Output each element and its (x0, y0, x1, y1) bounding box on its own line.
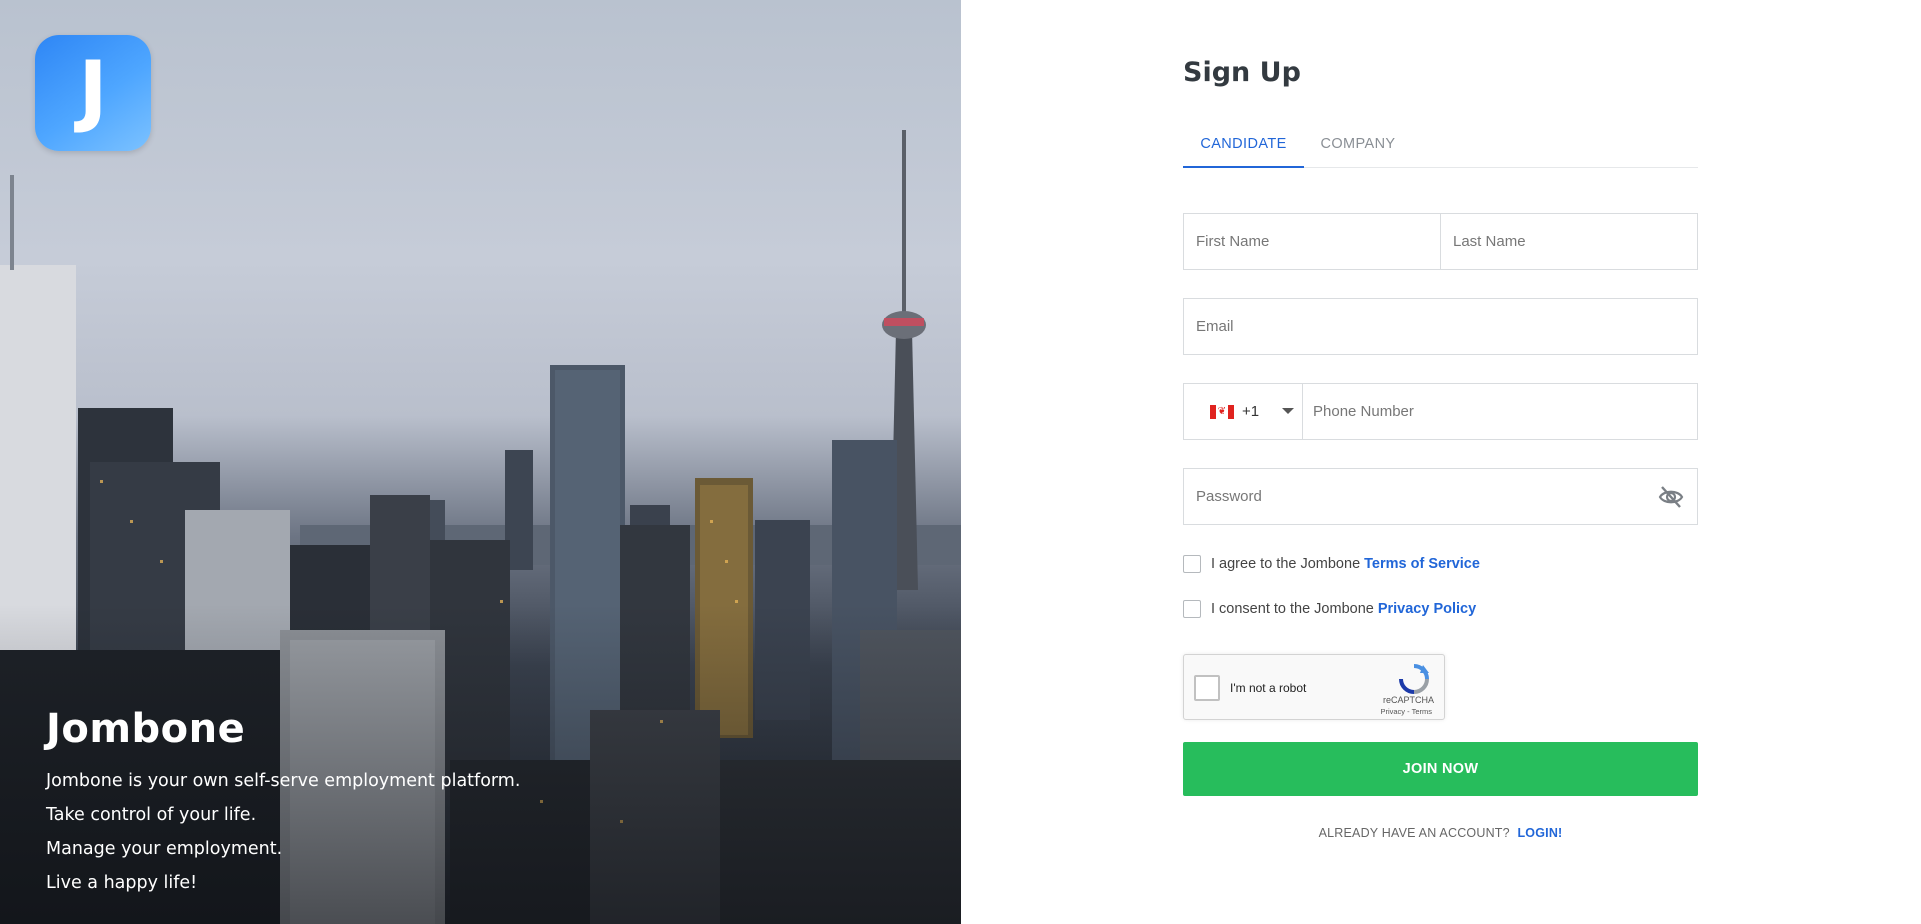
privacy-checkbox[interactable] (1183, 600, 1201, 618)
terms-agreement: I agree to the Jombone Terms of Service (1183, 555, 1480, 573)
privacy-text: I consent to the Jombone (1211, 601, 1374, 617)
name-fields (1183, 213, 1698, 270)
chevron-down-icon (1282, 408, 1294, 414)
password-input[interactable] (1184, 469, 1624, 524)
first-name-input[interactable] (1184, 214, 1440, 269)
login-prompt-line: ALREADY HAVE AN ACCOUNT? LOGIN! (1183, 826, 1698, 840)
recaptcha-label: I'm not a robot (1230, 681, 1307, 695)
recaptcha-links[interactable]: Privacy - Terms (1380, 707, 1432, 716)
login-prompt-text: ALREADY HAVE AN ACCOUNT? (1318, 826, 1510, 840)
terms-checkbox[interactable] (1183, 555, 1201, 573)
hero-tagline-1: Jombone is your own self-serve employmen… (46, 771, 521, 791)
recaptcha-widget: I'm not a robot reCAPTCHA Privacy - Term… (1183, 654, 1445, 720)
terms-text: I agree to the Jombone (1211, 556, 1361, 572)
page-title: Sign Up (1183, 57, 1301, 88)
first-name-wrapper (1184, 214, 1441, 269)
recaptcha-checkbox[interactable] (1194, 675, 1220, 701)
recaptcha-logo-icon (1399, 664, 1429, 694)
phone-field-wrapper: ❦ +1 (1183, 383, 1698, 440)
hero-brand-title: Jombone (46, 706, 246, 752)
hero-tagline-3: Manage your employment. (46, 839, 283, 859)
privacy-policy-link[interactable]: Privacy Policy (1378, 601, 1476, 617)
join-now-button[interactable]: JOIN NOW (1183, 742, 1698, 796)
country-code-select[interactable]: ❦ +1 (1184, 384, 1303, 439)
email-input[interactable] (1184, 299, 1697, 354)
email-field-wrapper (1183, 298, 1698, 355)
jombone-logo[interactable]: J (35, 35, 151, 151)
tab-company[interactable]: COMPANY (1304, 130, 1412, 168)
dial-code: +1 (1242, 403, 1260, 420)
hero-tagline-2: Take control of your life. (46, 805, 257, 825)
terms-of-service-link[interactable]: Terms of Service (1364, 556, 1480, 572)
last-name-input[interactable] (1441, 214, 1697, 269)
canada-flag-icon: ❦ (1210, 404, 1234, 419)
last-name-wrapper (1441, 214, 1697, 269)
signup-tabs: CANDIDATE COMPANY (1183, 130, 1698, 168)
recaptcha-brand: reCAPTCHA (1382, 695, 1434, 705)
phone-number-input[interactable] (1303, 384, 1693, 439)
logo-letter: J (78, 46, 108, 136)
hero-panel: J Jombone Jombone is your own self-serve… (0, 0, 961, 924)
hero-tagline-4: Live a happy life! (46, 873, 198, 893)
privacy-consent: I consent to the Jombone Privacy Policy (1183, 600, 1476, 618)
tab-candidate[interactable]: CANDIDATE (1183, 130, 1304, 168)
hero-text: Jombone Jombone is your own self-serve e… (46, 706, 520, 900)
password-field-wrapper (1183, 468, 1698, 525)
login-link[interactable]: LOGIN! (1517, 826, 1562, 840)
eye-slash-icon[interactable] (1657, 483, 1685, 511)
